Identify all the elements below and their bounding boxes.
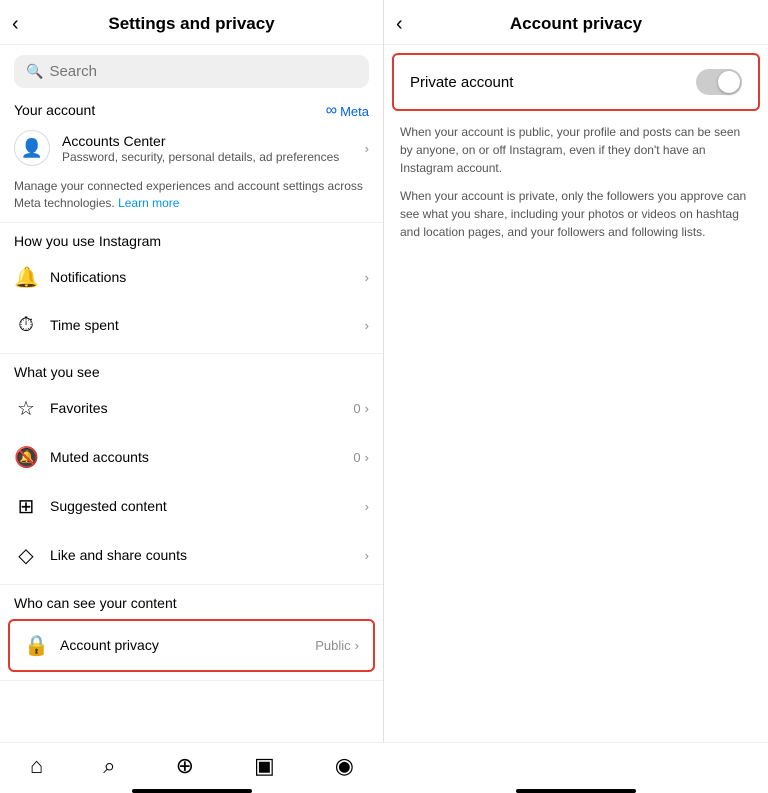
left-panel: ‹ Settings and privacy 🔍 Your account ∞ … [0,0,384,742]
suggested-content-chevron: › [365,499,369,514]
like-share-icon: ◇ [14,543,38,568]
suggested-content-item[interactable]: ⊞ Suggested content › [0,482,383,531]
like-share-chevron: › [365,548,369,563]
muted-accounts-chevron: › [365,450,369,465]
search-bar[interactable]: 🔍 [14,55,369,88]
account-privacy-chevron: › [355,638,359,653]
account-privacy-highlighted: 🔒 Account privacy Public › [8,619,375,672]
muted-accounts-icon: 🔕 [14,445,38,470]
account-privacy-icon: 🔒 [24,633,48,658]
accounts-center-row[interactable]: 👤 Accounts Center Password, security, pe… [0,120,383,176]
section-label-what: What you see [0,354,383,384]
account-privacy-right: Public › [315,638,359,653]
section-who-can-see: Who can see your content 🔒 Account priva… [0,585,383,681]
private-account-toggle[interactable] [696,69,742,95]
bottom-nav-wrapper: ⌂ ⌕ ⊕ ▣ ◉ [0,742,768,793]
notifications-icon: 🔔 [14,265,38,290]
suggested-content-icon: ⊞ [14,494,38,519]
left-home-bar [132,789,252,793]
favorites-badge: 0 [353,401,360,416]
time-spent-icon: ⏱ [14,314,38,337]
description-text: When your account is public, your profil… [384,119,768,263]
search-icon: 🔍 [26,63,43,80]
favorites-label: Favorites [50,400,341,416]
search-input[interactable] [49,63,357,80]
accounts-center-chevron: › [365,141,369,156]
nav-add-icon[interactable]: ⊕ [176,753,194,779]
private-account-row: Private account [392,53,760,111]
manage-text: Manage your connected experiences and ac… [0,176,383,223]
meta-logo: ∞ Meta [326,102,369,120]
right-back-button[interactable]: ‹ [396,13,403,36]
meta-label: Meta [340,104,369,119]
description-2: When your account is private, only the f… [400,187,752,241]
account-privacy-badge: Public [315,638,350,653]
muted-accounts-right: 0 › [353,450,369,465]
like-share-item[interactable]: ◇ Like and share counts › [0,531,383,580]
learn-more-link[interactable]: Learn more [118,196,179,210]
right-header: ‹ Account privacy [384,0,768,45]
account-privacy-item[interactable]: 🔒 Account privacy Public › [10,621,373,670]
time-spent-item[interactable]: ⏱ Time spent › [0,302,383,349]
accounts-center-subtitle: Password, security, personal details, ad… [62,150,339,164]
account-privacy-label: Account privacy [60,637,303,653]
your-account-label: Your account [14,102,95,118]
section-what-you-see: What you see ☆ Favorites 0 › 🔕 Muted acc… [0,354,383,585]
favorites-right: 0 › [353,401,369,416]
notifications-item[interactable]: 🔔 Notifications › [0,253,383,302]
favorites-chevron: › [365,401,369,416]
muted-accounts-item[interactable]: 🔕 Muted accounts 0 › [0,433,383,482]
suggested-content-label: Suggested content [50,498,353,514]
nav-home-icon[interactable]: ⌂ [30,753,43,779]
nav-search-icon[interactable]: ⌕ [103,753,115,779]
meta-icon: ∞ [326,102,337,120]
section-label-how: How you use Instagram [0,223,383,253]
like-share-label: Like and share counts [50,547,353,563]
nav-profile-icon[interactable]: ◉ [335,753,354,779]
time-spent-label: Time spent [50,317,353,333]
notifications-chevron: › [365,270,369,285]
favorites-item[interactable]: ☆ Favorites 0 › [0,384,383,433]
description-1: When your account is public, your profil… [400,123,752,177]
favorites-icon: ☆ [14,396,38,421]
bottom-nav: ⌂ ⌕ ⊕ ▣ ◉ [0,742,768,785]
private-account-label: Private account [410,74,513,91]
manage-text-content: Manage your connected experiences and ac… [14,179,363,210]
muted-accounts-label: Muted accounts [50,449,341,465]
left-page-title: Settings and privacy [108,14,274,34]
left-back-button[interactable]: ‹ [12,13,19,36]
right-page-title: Account privacy [510,14,642,34]
muted-accounts-badge: 0 [353,450,360,465]
left-bottom-nav: ⌂ ⌕ ⊕ ▣ ◉ [0,742,384,785]
right-bottom-nav [384,742,768,785]
accounts-center-title: Accounts Center [62,133,339,149]
left-header: ‹ Settings and privacy [0,0,383,45]
section-label-who: Who can see your content [0,585,383,615]
right-panel: ‹ Account privacy Private account When y… [384,0,768,742]
nav-reels-icon[interactable]: ▣ [254,753,275,779]
accounts-center-text: Accounts Center Password, security, pers… [62,133,339,164]
right-home-bar [516,789,636,793]
notifications-label: Notifications [50,269,353,285]
accounts-center-icon: 👤 [14,130,50,166]
your-account-section: Your account ∞ Meta [0,98,383,120]
section-how-you-use: How you use Instagram 🔔 Notifications › … [0,223,383,354]
time-spent-chevron: › [365,318,369,333]
